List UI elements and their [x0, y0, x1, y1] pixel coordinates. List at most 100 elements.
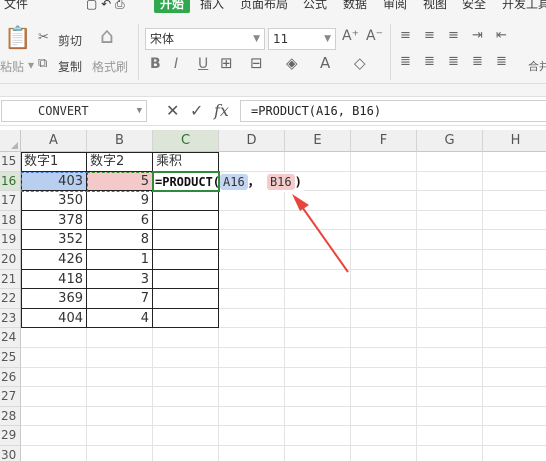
cell-b20[interactable]: 1 — [87, 250, 153, 270]
cell-b25[interactable] — [87, 348, 153, 368]
cell-d28[interactable] — [219, 406, 285, 427]
cell-f18[interactable] — [351, 210, 417, 231]
cell-a19[interactable]: 352 — [21, 230, 87, 250]
cell-f26[interactable] — [351, 367, 417, 388]
cell-a27[interactable] — [21, 387, 87, 407]
cell-f24[interactable] — [351, 328, 417, 348]
cell-a20[interactable]: 426 — [21, 250, 87, 270]
cell-g29[interactable] — [417, 426, 483, 446]
distribute-icon[interactable]: ≣ — [496, 54, 507, 69]
cell-e24[interactable] — [285, 328, 351, 348]
row-header-19[interactable]: 19 — [0, 230, 21, 250]
cell-e15[interactable] — [285, 152, 351, 172]
cell-d30[interactable] — [219, 446, 285, 461]
cell-b18[interactable]: 6 — [87, 210, 153, 231]
cell-f29[interactable] — [351, 426, 417, 446]
fill-color-icon[interactable]: ◈ — [286, 54, 298, 72]
cell-d22[interactable] — [219, 289, 285, 309]
cell-e20[interactable] — [285, 250, 351, 270]
cell-h27[interactable] — [483, 387, 546, 407]
row-header-23[interactable]: 23 — [0, 308, 21, 329]
menu-security[interactable]: 安全 — [462, 0, 486, 12]
menu-developer[interactable]: 开发工具 — [502, 0, 546, 12]
format-painter-button[interactable]: 格式刷 — [92, 58, 128, 75]
cell-c19[interactable] — [153, 230, 219, 250]
cell-g22[interactable] — [417, 289, 483, 309]
cell-g18[interactable] — [417, 210, 483, 231]
scissors-icon[interactable]: ✂ — [38, 30, 49, 45]
cell-h28[interactable] — [483, 407, 546, 427]
bold-button[interactable]: B — [150, 56, 161, 72]
cell-a15[interactable]: 数字1 — [21, 152, 87, 172]
fx-icon[interactable]: fx — [214, 101, 229, 120]
cell-a28[interactable] — [21, 406, 87, 427]
align-bottom-icon[interactable]: ≡ — [448, 28, 459, 43]
paste-button[interactable]: 粘贴 — [0, 58, 24, 75]
formula-input[interactable]: =PRODUCT(A16, B16) — [240, 100, 546, 122]
align-center-icon[interactable]: ≣ — [424, 54, 435, 69]
cell-d15[interactable] — [219, 152, 285, 172]
column-header-h[interactable]: H — [483, 130, 546, 152]
row-header-21[interactable]: 21 — [0, 269, 21, 290]
justify-icon[interactable]: ≣ — [472, 54, 483, 69]
cell-a24[interactable] — [21, 328, 87, 348]
indent-icon[interactable]: ⇥ — [472, 28, 483, 43]
cell-c29[interactable] — [153, 426, 219, 446]
outdent-icon[interactable]: ⇤ — [496, 28, 507, 43]
cell-h15[interactable] — [483, 152, 546, 172]
cell-b30[interactable] — [87, 446, 153, 461]
cell-c26[interactable] — [153, 367, 219, 388]
cell-a22[interactable]: 369 — [21, 289, 87, 309]
cell-f30[interactable] — [351, 446, 417, 461]
cell-d20[interactable] — [219, 250, 285, 270]
decrease-font-icon[interactable]: A⁻ — [366, 28, 383, 44]
cell-c30[interactable] — [153, 446, 219, 461]
row-header-26[interactable]: 26 — [0, 367, 21, 388]
align-middle-icon[interactable]: ≡ — [424, 28, 435, 43]
cell-f20[interactable] — [351, 250, 417, 270]
row-header-17[interactable]: 17 — [0, 191, 21, 211]
cell-g24[interactable] — [417, 328, 483, 348]
menu-home[interactable]: 开始 — [154, 0, 191, 13]
align-left-icon[interactable]: ≣ — [400, 54, 411, 69]
cell-g25[interactable] — [417, 348, 483, 368]
cell-g23[interactable] — [417, 308, 483, 329]
cell-f16[interactable] — [351, 171, 417, 192]
menu-formulas[interactable]: 公式 — [303, 0, 327, 12]
cell-e19[interactable] — [285, 230, 351, 250]
cell-c22[interactable] — [153, 289, 219, 309]
menu-insert[interactable]: 插入 — [200, 0, 224, 12]
cell-b17[interactable]: 9 — [87, 191, 153, 211]
cell-h17[interactable] — [483, 191, 546, 211]
column-header-d[interactable]: D — [219, 130, 285, 152]
column-header-a[interactable]: A — [21, 130, 87, 152]
cell-a18[interactable]: 378 — [21, 210, 87, 231]
eraser-icon[interactable]: ◇ — [354, 54, 366, 72]
cell-h21[interactable] — [483, 270, 546, 290]
cell-b19[interactable]: 8 — [87, 230, 153, 250]
cell-h29[interactable] — [483, 426, 546, 446]
cell-e25[interactable] — [285, 348, 351, 368]
paste-dropdown-icon[interactable]: ▾ — [28, 58, 34, 72]
cell-b28[interactable] — [87, 406, 153, 427]
cell-a23[interactable]: 404 — [21, 308, 87, 329]
cell-h24[interactable] — [483, 328, 546, 348]
cell-e27[interactable] — [285, 387, 351, 407]
cell-g30[interactable] — [417, 446, 483, 461]
italic-button[interactable]: I — [174, 56, 178, 72]
cell-h26[interactable] — [483, 368, 546, 388]
cell-d27[interactable] — [219, 387, 285, 407]
cell-g17[interactable] — [417, 191, 483, 211]
cell-f17[interactable] — [351, 191, 417, 211]
cell-f19[interactable] — [351, 230, 417, 250]
cell-b21[interactable]: 3 — [87, 269, 153, 290]
cell-b23[interactable]: 4 — [87, 308, 153, 329]
menu-file[interactable]: 文件 — [4, 0, 28, 12]
cell-f25[interactable] — [351, 348, 417, 368]
cell-b16[interactable]: 5 — [87, 171, 153, 192]
menu-data[interactable]: 数据 — [343, 0, 367, 12]
cell-e26[interactable] — [285, 367, 351, 388]
cell-b29[interactable] — [87, 426, 153, 446]
cell-h16[interactable] — [483, 172, 546, 192]
cell-h19[interactable] — [483, 230, 546, 250]
